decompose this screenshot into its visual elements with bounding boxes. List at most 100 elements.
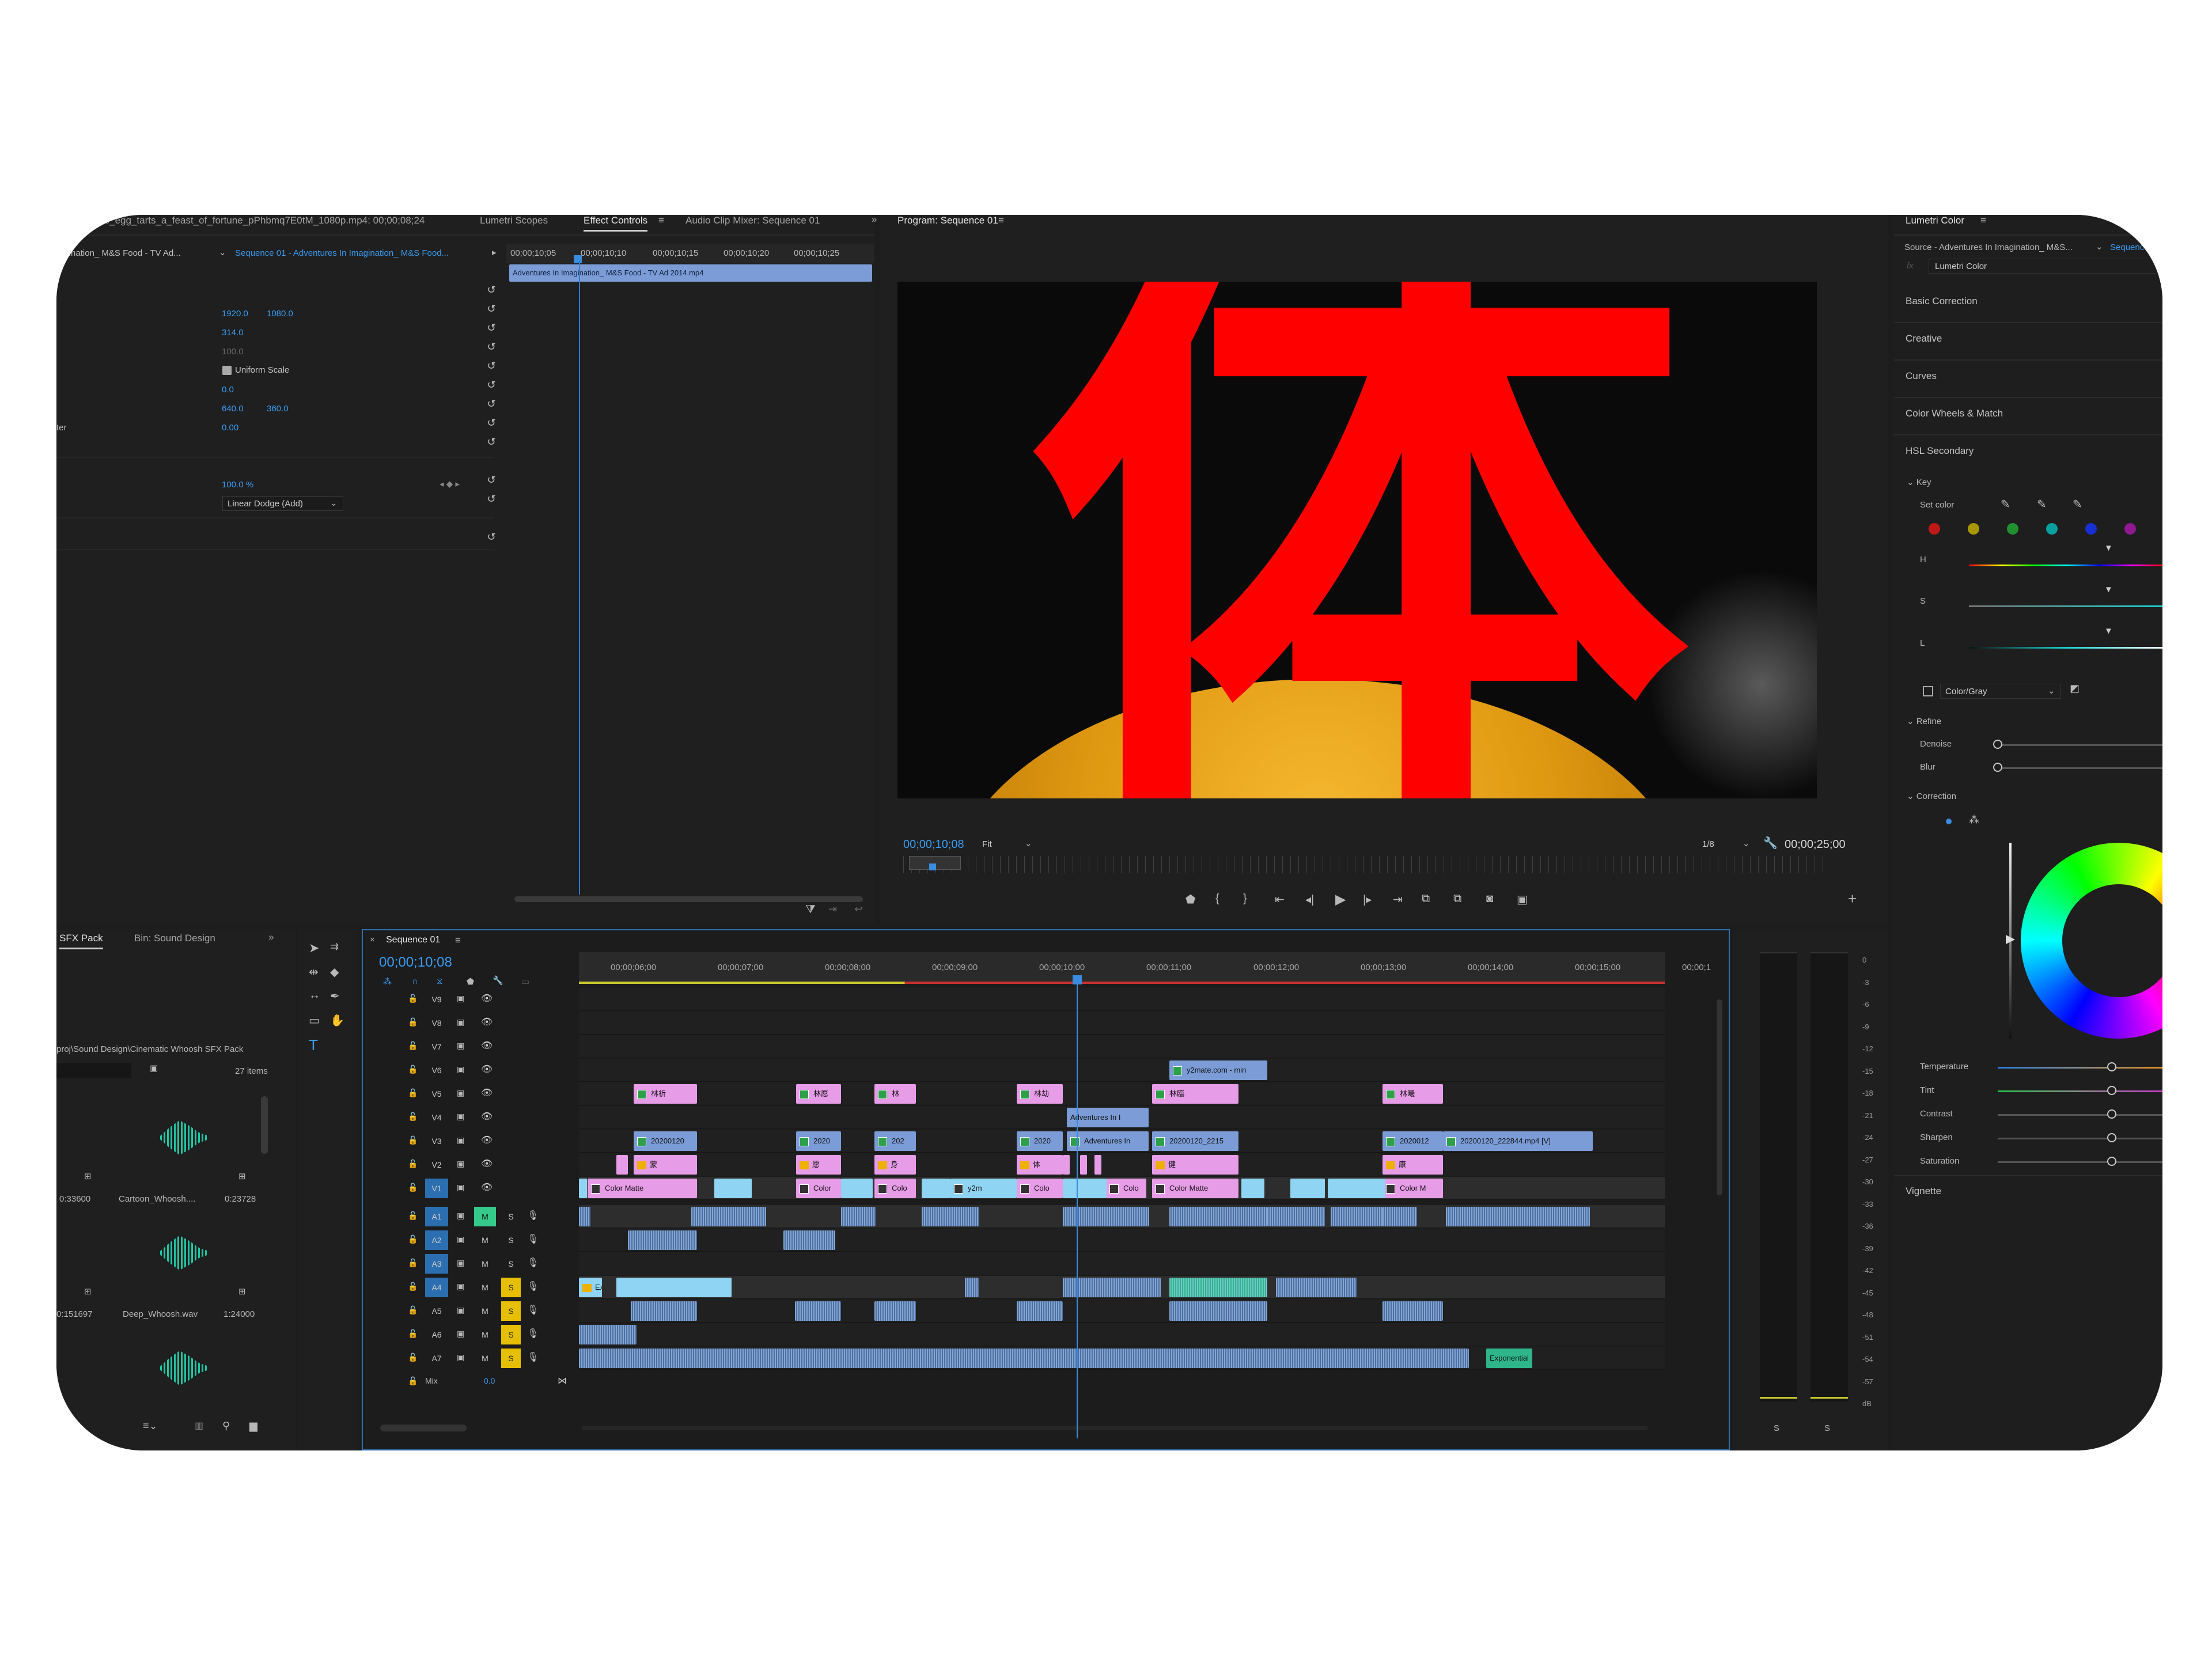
section-hsl-secondary[interactable]: HSL Secondary [1906, 445, 1974, 457]
item-name[interactable]: Cartoon_Whoosh.... [119, 1194, 195, 1204]
mute-button[interactable]: M [474, 1349, 496, 1368]
program-monitor-title[interactable]: Program: Sequence 01 [897, 215, 998, 226]
bin-search-input[interactable] [56, 1063, 131, 1078]
track-target-a6[interactable]: A6 [425, 1325, 448, 1344]
lumetri-sequence-label[interactable]: Sequence 01 - Adventu [2110, 243, 2162, 252]
tab-source-clip[interactable]: tese_egg_tarts_a_feast_of_fortune_pPhbmq… [91, 215, 425, 226]
eye-icon[interactable]: 👁 [481, 1016, 493, 1028]
new-bin-folder-icon[interactable]: ▆ [249, 1420, 257, 1432]
mute-button[interactable]: M [474, 1207, 496, 1226]
correction-slider[interactable] [1998, 1114, 2162, 1116]
correction-slider-knob[interactable] [2107, 1109, 2116, 1119]
razor-tool-icon[interactable]: ◆ [330, 965, 339, 979]
tab-menu-icon[interactable]: ≡ [1980, 215, 1986, 226]
mark-in-icon[interactable]: { [1215, 892, 1219, 906]
denoise-slider[interactable] [1998, 744, 2162, 746]
lock-icon[interactable]: 🔓 [408, 1065, 418, 1074]
pen-tool-icon[interactable]: ✒ [330, 989, 340, 1003]
track-lane[interactable] [579, 1252, 1665, 1275]
return-icon[interactable]: ↩ [854, 903, 863, 915]
mic-icon[interactable]: 🎙 [527, 1281, 539, 1292]
sync-lock-icon[interactable]: ▣ [457, 1159, 464, 1169]
mic-icon[interactable]: 🎙 [527, 1304, 539, 1316]
opacity-value[interactable]: 100.0 % [222, 480, 253, 490]
eye-icon[interactable]: 👁 [481, 1158, 493, 1169]
audio-clip[interactable] [922, 1207, 979, 1226]
timeline-clip[interactable] [1063, 1179, 1107, 1198]
lock-icon[interactable]: 🔓 [408, 1135, 418, 1145]
correction-toggle[interactable]: ⌄ Correction [1907, 791, 1956, 801]
lock-icon[interactable]: 🔓 [408, 1088, 418, 1098]
snap-icon[interactable]: ∩ [412, 976, 418, 986]
mic-icon[interactable]: 🎙 [527, 1210, 539, 1221]
program-scrub-bar[interactable] [903, 856, 1825, 873]
reset-icon[interactable]: ↺ [486, 417, 497, 429]
mic-icon[interactable]: 🎙 [527, 1328, 539, 1339]
reset-icon[interactable]: ↺ [486, 493, 497, 505]
key-color-swatch[interactable] [1929, 523, 1940, 535]
track-target-v8[interactable]: V8 [425, 1013, 448, 1033]
close-icon[interactable]: × [370, 935, 375, 945]
captions-icon[interactable]: ▭ [521, 976, 529, 987]
mute-button[interactable]: M [474, 1325, 496, 1344]
program-video-frame[interactable]: 体 [897, 282, 1817, 798]
export-icon[interactable]: ⇥ [828, 903, 837, 915]
key-color-swatch[interactable] [2046, 523, 2058, 535]
key-color-swatch[interactable] [2124, 523, 2136, 535]
play-clip-icon[interactable]: ▸ [492, 247, 497, 257]
reset-icon[interactable]: ↺ [486, 474, 497, 486]
correction-slider-knob[interactable] [2107, 1062, 2116, 1071]
mask-icon[interactable]: ◩ [2070, 683, 2080, 695]
timeline-clip[interactable] [616, 1155, 628, 1175]
lock-icon[interactable]: 🔓 [408, 1305, 418, 1315]
section-curves[interactable]: Curves [1906, 370, 1937, 382]
timeline-clip[interactable]: Adventures In I [1067, 1108, 1149, 1127]
play-icon[interactable]: ▶ [1335, 891, 1346, 908]
sync-lock-icon[interactable]: ▣ [457, 1112, 464, 1122]
timeline-clip[interactable]: 林愿 [796, 1084, 841, 1104]
correction-slider-knob[interactable] [2107, 1157, 2116, 1166]
mark-out-icon[interactable]: } [1243, 892, 1247, 906]
timeline-clip[interactable] [579, 1179, 587, 1198]
timeline-clip[interactable]: Color [796, 1179, 841, 1198]
l-handle[interactable]: ▼ [2104, 626, 2113, 636]
tab-sequence-01[interactable]: Sequence 01 [386, 935, 440, 945]
key-toggle[interactable]: ⌄ Key [1907, 477, 1931, 487]
audio-clip[interactable] [1017, 1301, 1063, 1321]
key-color-swatch[interactable] [2007, 523, 2018, 535]
audio-clip[interactable] [1446, 1207, 1590, 1226]
s-handle[interactable]: ▼ [2104, 585, 2113, 594]
eye-icon[interactable]: 👁 [481, 1087, 493, 1099]
audio-clip[interactable] [579, 1349, 1469, 1368]
blur-knob[interactable] [1993, 763, 2002, 772]
tab-audio-clip-mixer[interactable]: Audio Clip Mixer: Sequence 01 [685, 215, 820, 226]
timeline-hscroll[interactable] [380, 1425, 467, 1431]
hand-tool-icon[interactable]: ✋ [330, 1013, 344, 1028]
audio-clip[interactable] [1169, 1278, 1267, 1297]
track-lane[interactable] [579, 1082, 1665, 1105]
step-forward-icon[interactable]: |▸ [1363, 892, 1372, 907]
rotation-value[interactable]: 0.0 [222, 385, 234, 395]
timeline-clip[interactable]: Exponential [1486, 1349, 1532, 1368]
eyedropper-add-icon[interactable]: ✎ [2037, 497, 2047, 512]
audio-clip[interactable] [874, 1301, 916, 1321]
timeline-clip[interactable]: 林祈 [634, 1084, 697, 1104]
solo-button[interactable]: S [501, 1301, 521, 1321]
track-target-a1[interactable]: A1 [425, 1207, 448, 1226]
reset-icon[interactable]: ↺ [486, 303, 497, 315]
timeline-clip[interactable] [1241, 1179, 1264, 1198]
section-vignette[interactable]: Vignette [1906, 1185, 1941, 1197]
timeline-clip[interactable] [1290, 1179, 1325, 1198]
timeline-clip[interactable]: 2020 [1017, 1131, 1063, 1151]
solo-button[interactable]: S [501, 1230, 521, 1250]
type-tool-icon[interactable]: T [309, 1036, 318, 1054]
eye-icon[interactable]: 👁 [481, 1063, 493, 1075]
timeline-clip[interactable]: 20200120 [634, 1131, 697, 1151]
timeline-clip[interactable]: Ex [579, 1278, 602, 1297]
tab-effect-controls[interactable]: Effect Controls [584, 215, 648, 232]
sync-lock-icon[interactable]: ▣ [457, 1183, 464, 1192]
anti-flicker-value[interactable]: 0.00 [222, 423, 238, 433]
audio-clip[interactable] [1267, 1207, 1325, 1226]
tab-sfx-pack[interactable]: SFX Pack [59, 933, 103, 949]
track-target-v9[interactable]: V9 [425, 990, 448, 1009]
